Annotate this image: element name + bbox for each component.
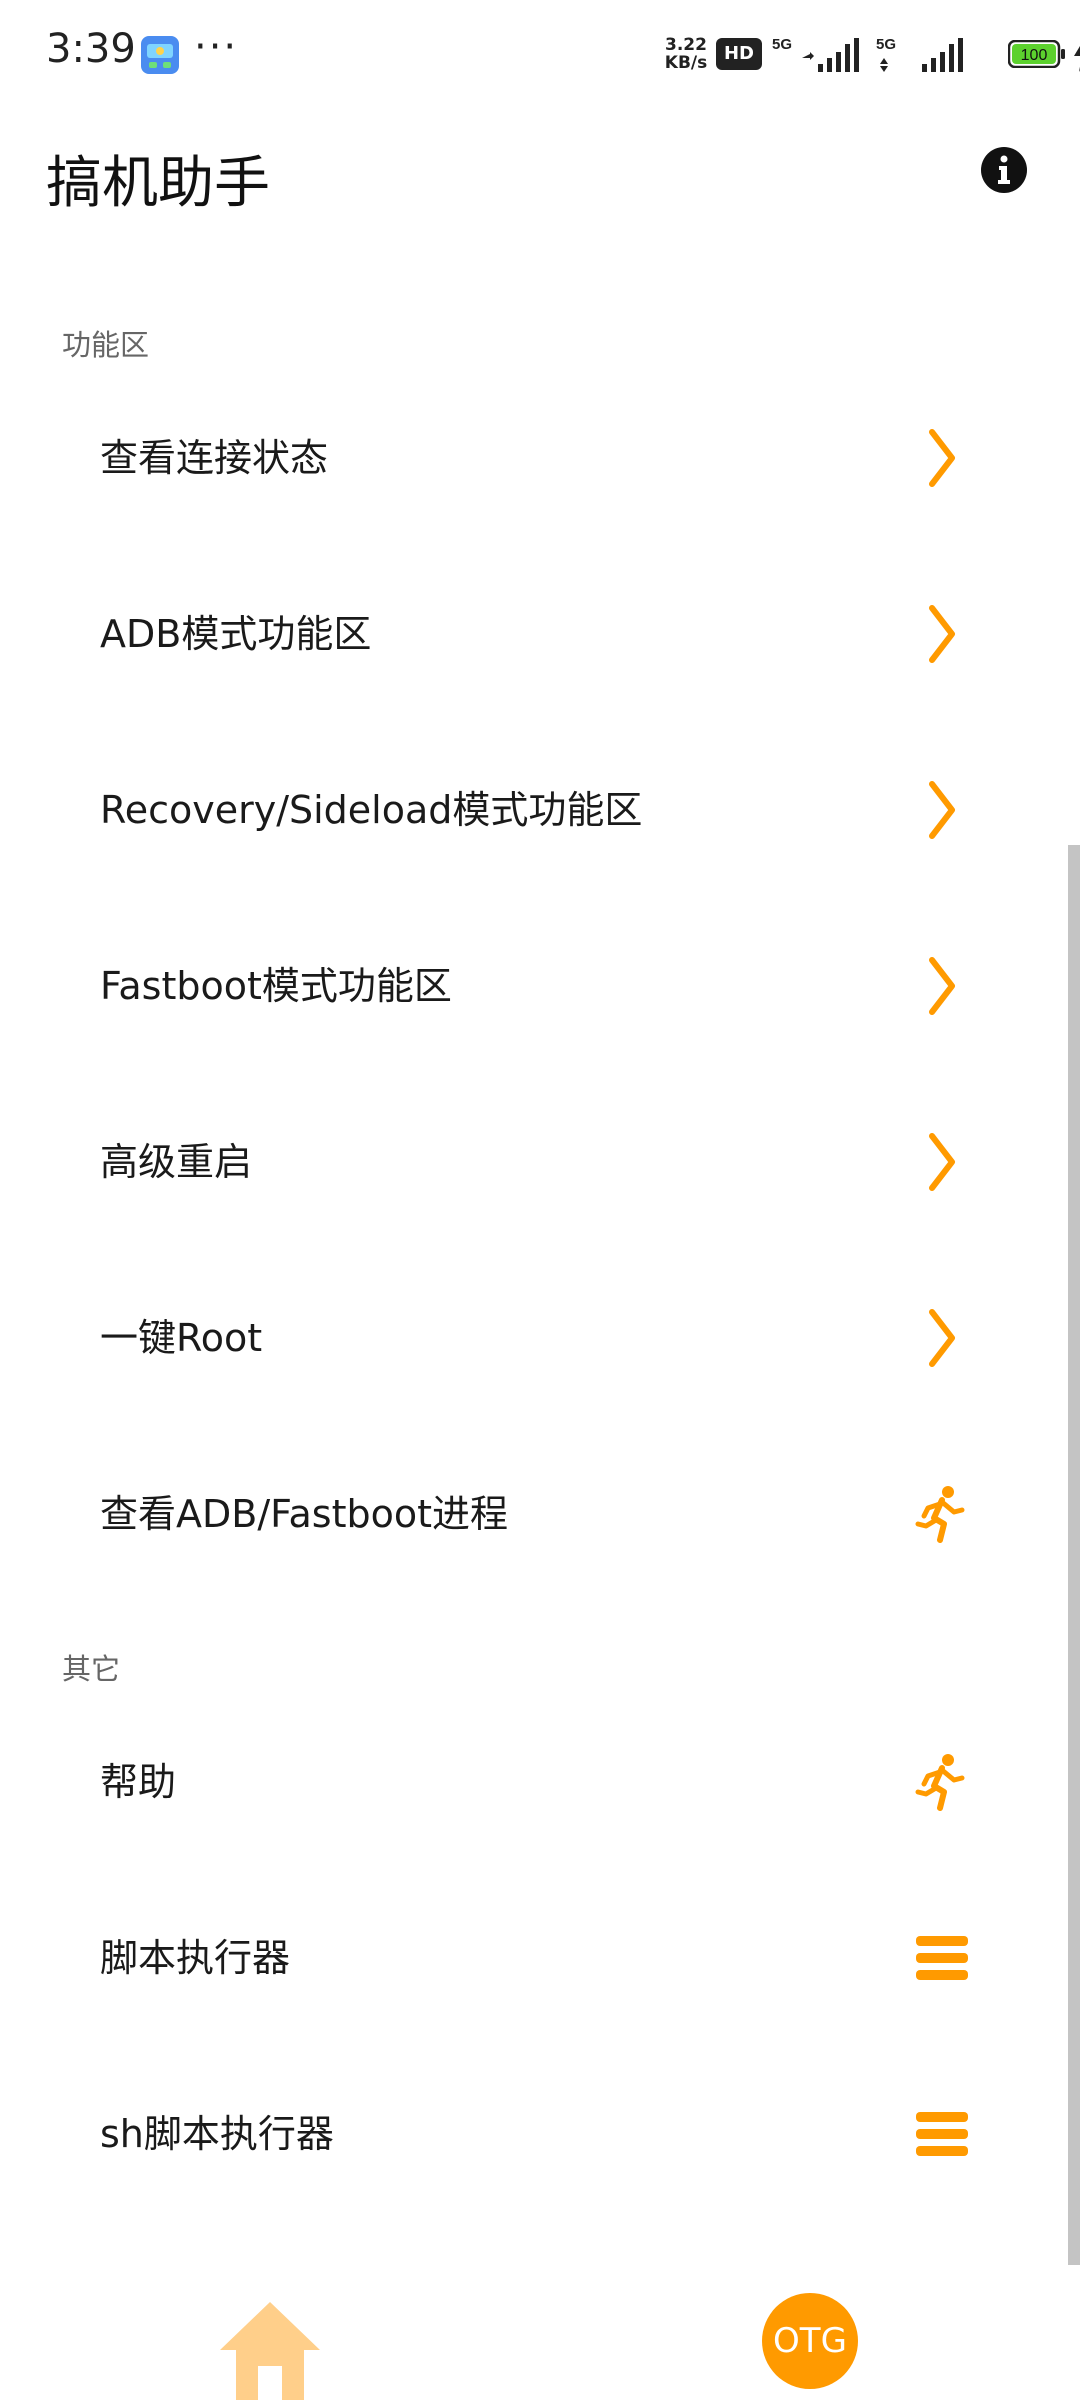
running-person-icon — [915, 1754, 965, 1811]
app-notification-icon — [141, 36, 179, 74]
list-item-label: Fastboot模式功能区 — [100, 964, 452, 1008]
list-item-sh-script-runner[interactable]: sh脚本执行器 — [0, 2046, 1060, 2222]
battery-icon: 100 — [1008, 40, 1065, 68]
section-label-other: 其它 — [62, 1652, 121, 1686]
status-bar: 3:39 ··· 3.22 KB/s HD 5G 5G 100 — [0, 0, 1080, 108]
chevron-right-icon — [929, 1309, 955, 1367]
chevron-right-icon — [929, 781, 955, 839]
signal-5g-icon: 5G — [772, 36, 859, 72]
more-notifications-indicator: ··· — [194, 24, 239, 70]
running-person-icon — [915, 1486, 965, 1543]
list-item-label: 帮助 — [100, 1760, 177, 1804]
scrollbar[interactable] — [1068, 845, 1080, 2265]
list-item-one-click-root[interactable]: 一键Root — [0, 1250, 1060, 1426]
bottom-nav: OTG — [0, 2280, 1080, 2400]
list-item-adb-fastboot-process[interactable]: 查看ADB/Fastboot进程 — [0, 1426, 1060, 1602]
list-item-label: ADB模式功能区 — [100, 612, 372, 656]
list-item-adb-mode[interactable]: ADB模式功能区 — [0, 546, 1060, 722]
svg-text:5G: 5G — [772, 36, 792, 53]
list-item-script-runner[interactable]: 脚本执行器 — [0, 1870, 1060, 2046]
chevron-right-icon — [929, 1133, 955, 1191]
list-item-connection-status[interactable]: 查看连接状态 — [0, 370, 1060, 546]
app-header: 搞机助手 — [0, 108, 1080, 238]
chevron-right-icon — [929, 957, 955, 1015]
chevron-right-icon — [929, 429, 955, 487]
home-icon[interactable] — [218, 2300, 322, 2400]
list-item-label: Recovery/Sideload模式功能区 — [100, 788, 643, 832]
list-item-fastboot-mode[interactable]: Fastboot模式功能区 — [0, 898, 1060, 1074]
page-title: 搞机助手 — [46, 151, 270, 216]
list-item-label: 脚本执行器 — [100, 1936, 291, 1980]
charging-icon — [1074, 46, 1080, 72]
menu-icon — [916, 1936, 968, 1980]
list-item-help[interactable]: 帮助 — [0, 1694, 1060, 1870]
signal-5g-icon: 5G — [876, 36, 963, 72]
status-time: 3:39 — [46, 26, 136, 72]
network-speed-unit: KB/s — [664, 53, 708, 73]
hd-badge: HD — [716, 38, 762, 70]
list-item-recovery-sideload[interactable]: Recovery/Sideload模式功能区 — [0, 722, 1060, 898]
menu-icon — [916, 2112, 968, 2156]
section-label-functions: 功能区 — [62, 328, 150, 362]
network-speed-value: 3.22 — [665, 35, 707, 55]
info-icon[interactable] — [980, 146, 1028, 194]
otg-button[interactable]: OTG — [762, 2293, 858, 2389]
list-item-label: 一键Root — [100, 1316, 263, 1360]
list-item-label: 查看ADB/Fastboot进程 — [100, 1492, 508, 1536]
list-item-advanced-reboot[interactable]: 高级重启 — [0, 1074, 1060, 1250]
svg-text:5G: 5G — [876, 36, 896, 53]
chevron-right-icon — [929, 605, 955, 663]
svg-text:100: 100 — [1021, 47, 1048, 64]
list-item-label: 查看连接状态 — [100, 436, 329, 480]
network-speed: 3.22 KB/s — [660, 36, 712, 72]
list-item-label: sh脚本执行器 — [100, 2112, 334, 2156]
list-item-label: 高级重启 — [100, 1140, 253, 1184]
